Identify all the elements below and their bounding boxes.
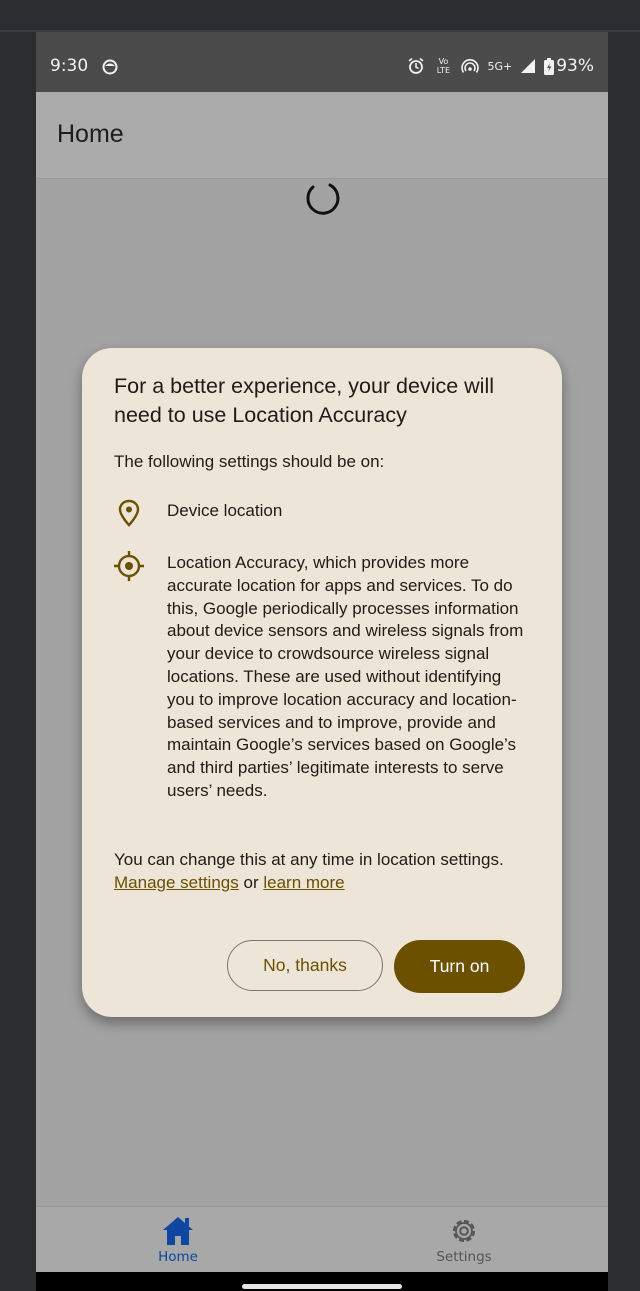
footer-or: or	[243, 873, 259, 892]
location-accuracy-dialog: For a better experience, your device wil…	[82, 348, 562, 1017]
nav-label-home: Home	[158, 1249, 198, 1265]
device-location-text: Device location	[167, 501, 283, 520]
location-accuracy-text: Location Accuracy, which provides more a…	[167, 553, 524, 800]
gesture-bar	[36, 1272, 608, 1291]
dialog-intro: The following settings should be on:	[114, 452, 385, 471]
battery-icon	[544, 57, 555, 75]
network-type: 5G+	[487, 59, 513, 73]
location-pin-icon	[118, 499, 140, 527]
nav-item-home[interactable]: Home	[118, 1207, 238, 1273]
no-thanks-button[interactable]: No, thanks	[227, 940, 383, 991]
status-time: 9:30	[50, 56, 89, 76]
status-bar: 9:30 Vo LTE 5G+ 93%	[36, 32, 608, 92]
learn-more-link[interactable]: learn more	[263, 873, 344, 892]
gps-target-icon	[114, 551, 144, 581]
status-icons: Vo LTE 5G+ 93%	[407, 56, 594, 76]
notification-face-icon	[102, 59, 118, 75]
gear-icon	[452, 1219, 476, 1243]
turn-on-button[interactable]: Turn on	[394, 940, 525, 993]
app-bar: Home	[36, 92, 608, 179]
battery-level: 93%	[556, 56, 594, 76]
volte-icon: Vo LTE	[436, 57, 451, 75]
loading-spinner-icon	[306, 183, 340, 215]
phone-screen: 9:30 Vo LTE 5G+ 93% Home For a better ex…	[36, 32, 608, 1291]
alarm-icon	[408, 57, 424, 74]
nav-label-settings: Settings	[436, 1249, 492, 1265]
footer-text: You can change this at any time in locat…	[114, 850, 504, 869]
manage-settings-link[interactable]: Manage settings	[114, 873, 239, 892]
dialog-title: For a better experience, your device wil…	[114, 374, 495, 427]
page-title: Home	[57, 120, 124, 148]
home-gesture-handle[interactable]	[242, 1284, 402, 1289]
nav-item-settings[interactable]: Settings	[404, 1207, 524, 1273]
home-icon	[163, 1217, 193, 1245]
window-top-strip	[0, 0, 640, 32]
dialog-footer: You can change this at any time in locat…	[114, 848, 534, 894]
hotspot-icon	[461, 59, 480, 73]
signal-icon	[521, 59, 536, 73]
bottom-navigation: Home Settings	[36, 1206, 608, 1273]
